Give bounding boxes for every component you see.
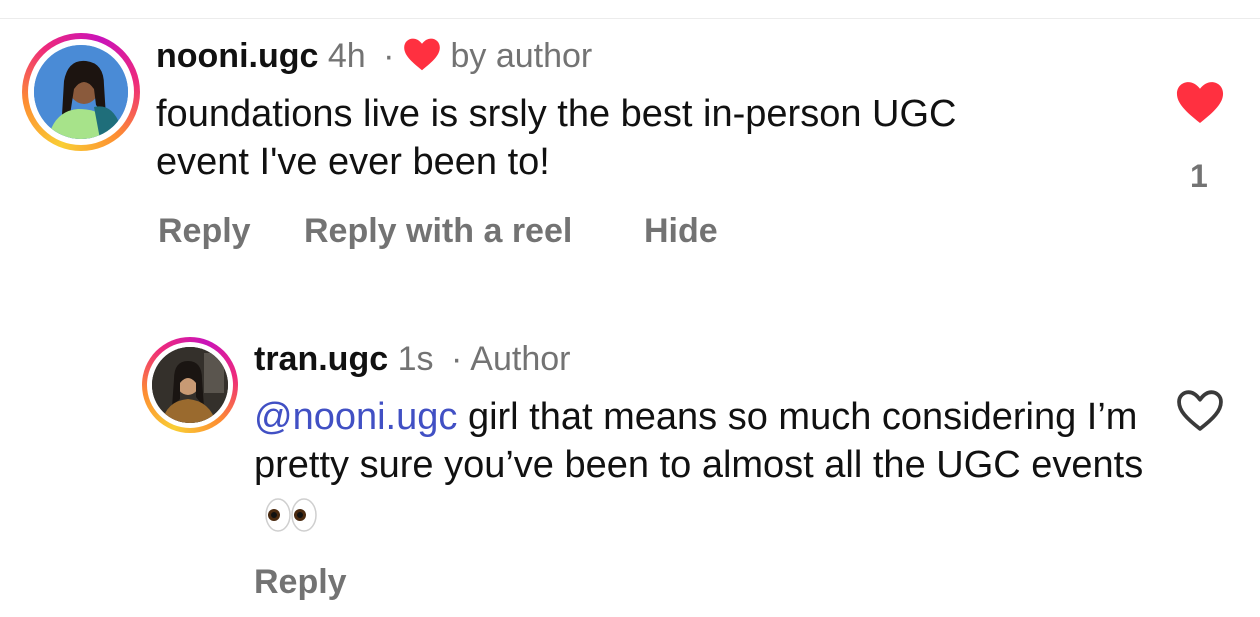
avatar-nooni-ugc[interactable] — [22, 33, 140, 151]
heart-outline-icon — [1177, 390, 1223, 431]
comment-actions: Reply Reply with a reel Hide — [158, 211, 718, 251]
avatar-photo — [34, 45, 128, 139]
like-button[interactable] — [1174, 80, 1226, 124]
timestamp: 4h — [327, 37, 366, 75]
mention-link[interactable]: @nooni.ugc — [254, 396, 457, 438]
author-badge: by author — [450, 37, 593, 75]
top-divider — [0, 18, 1260, 19]
heart-icon — [402, 37, 442, 80]
heart-filled-icon — [1176, 82, 1224, 123]
username[interactable]: tran.ugc — [254, 340, 388, 378]
reply-button[interactable]: Reply — [254, 563, 347, 601]
like-count: 1 — [1190, 158, 1208, 194]
like-button[interactable] — [1174, 388, 1226, 432]
comment-text: foundations live is srsly the best in-pe… — [156, 93, 957, 183]
comment-actions: Reply — [254, 562, 347, 602]
reply-with-reel-button[interactable]: Reply with a reel — [304, 211, 572, 251]
comment-header: tran.ugc 1s · Author — [254, 339, 570, 379]
avatar-photo — [152, 347, 228, 423]
separator: · — [383, 37, 395, 75]
comment-header: nooni.ugc 4h · by author — [156, 36, 592, 80]
separator: · — [450, 340, 463, 378]
avatar-tran-ugc[interactable] — [142, 337, 238, 433]
username[interactable]: nooni.ugc — [156, 37, 318, 75]
comment-text: @nooni.ugc girl that means so much consi… — [254, 393, 1154, 545]
eyes-emoji — [264, 497, 318, 545]
timestamp: 1s — [397, 340, 434, 378]
hide-button[interactable]: Hide — [644, 211, 718, 251]
author-badge: Author — [470, 340, 571, 378]
reply-button[interactable]: Reply — [158, 212, 251, 250]
